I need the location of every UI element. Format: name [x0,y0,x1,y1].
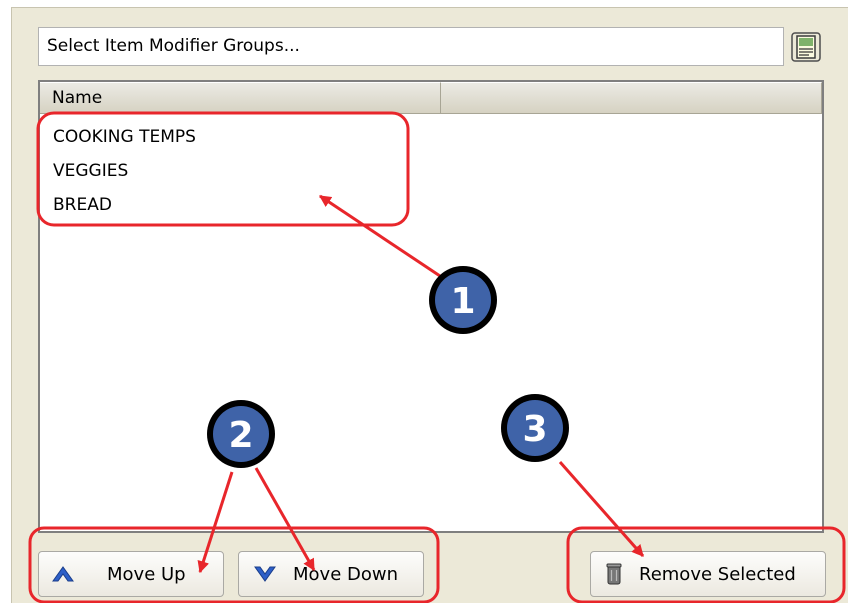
move-up-label: Move Up [107,563,186,585]
form-edit-icon [791,31,821,62]
list-item[interactable]: COOKING TEMPS [53,120,196,154]
column-header-empty[interactable] [441,82,822,114]
chevron-down-icon [254,566,276,582]
select-modifier-groups-button[interactable] [789,30,823,63]
remove-selected-button[interactable]: Remove Selected [590,551,826,597]
list-header: Name [40,82,822,114]
list-item[interactable]: BREAD [53,188,112,222]
list-item[interactable]: VEGGIES [53,154,128,188]
chevron-up-icon [52,566,74,582]
move-down-label: Move Down [293,563,398,585]
select-modifier-groups-label: Select Item Modifier Groups... [47,36,300,56]
move-down-button[interactable]: Move Down [238,551,424,597]
move-up-button[interactable]: Move Up [38,551,224,597]
trash-can-icon [606,563,622,585]
remove-selected-label: Remove Selected [639,563,796,585]
column-header-name[interactable]: Name [40,82,441,114]
modifier-groups-list[interactable]: Name COOKING TEMPS VEGGIES BREAD [38,80,824,533]
select-modifier-groups-field[interactable]: Select Item Modifier Groups... [38,27,784,66]
